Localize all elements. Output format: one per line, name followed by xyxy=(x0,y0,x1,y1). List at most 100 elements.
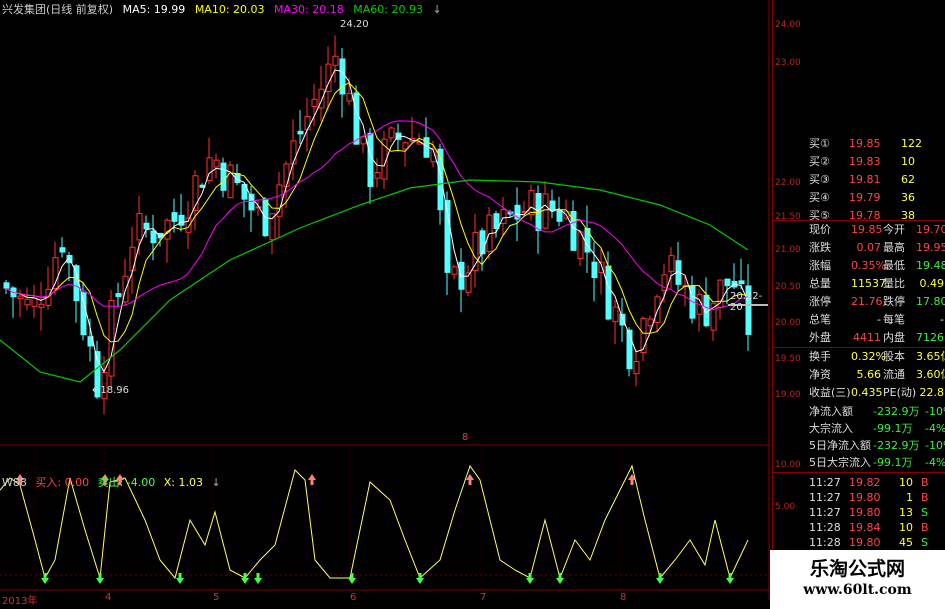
fundamental-value: 3.60亿 xyxy=(916,368,945,381)
stat-label: 总量 xyxy=(809,277,831,290)
candle-up xyxy=(612,306,619,323)
ma10-label: MA10: 20.03 xyxy=(194,3,265,16)
flow-value: -232.9万 xyxy=(873,439,920,452)
stat-row: 涨幅 0.35% 最低 19.48 xyxy=(773,258,945,273)
indicator-buy: 买入: 0.00 xyxy=(35,476,90,489)
candle-down xyxy=(143,222,150,230)
tick-volume: 1 xyxy=(906,491,913,504)
indicator-arrow-icon[interactable]: ↓ xyxy=(211,476,220,489)
candle-down xyxy=(738,280,745,285)
candle-up xyxy=(388,127,395,139)
candle-down xyxy=(80,292,87,336)
candle-up xyxy=(542,193,549,229)
candle-up xyxy=(31,297,38,307)
stat-value: 0.07 xyxy=(856,241,882,254)
flow-value: -99.1万 xyxy=(873,422,913,435)
price-axis-tick: 23.00 xyxy=(775,58,801,68)
bid-volume: 36 xyxy=(901,191,915,204)
ma60-label: MA60: 20.93 xyxy=(353,3,423,16)
stat-label: 涨停 xyxy=(809,295,831,308)
indicator-sell: 卖出: -4.00 xyxy=(97,476,156,489)
tick-time: 11:28 xyxy=(809,536,841,549)
bid-price: 19.85 xyxy=(849,137,881,150)
candle-up xyxy=(164,219,171,240)
flow-label: 5日大宗流入 xyxy=(809,456,871,469)
candle-down xyxy=(59,247,66,253)
price-axis-tick: 22.00 xyxy=(775,178,801,188)
flow-row: 5日净流入额-232.9万 -10% xyxy=(773,438,945,453)
indicator-header: W88 买入: 0.00 卖出: -4.00 X: 1.03 ↓ xyxy=(2,474,226,490)
fundamental-value: 3.65亿 xyxy=(916,350,945,363)
kline-chart[interactable]: 兴发集团(日线 前复权) MA5: 19.99 MA10: 20.03 MA30… xyxy=(0,0,770,607)
candle-down xyxy=(591,261,598,279)
flow-value: -99.1万 xyxy=(873,456,913,469)
stat-label: 跌停 xyxy=(883,295,905,308)
bid-row[interactable]: 买② 19.83 10 xyxy=(773,154,945,169)
candle-down xyxy=(339,58,346,95)
candle-down xyxy=(353,92,360,145)
buy-arrow-icon xyxy=(41,573,49,584)
buy-arrow-icon xyxy=(726,573,734,584)
fundamental-label: 流通 xyxy=(883,368,905,381)
tick-time: 11:28 xyxy=(809,521,841,534)
kline-canvas[interactable] xyxy=(0,0,770,600)
fundamental-label: PE(动) xyxy=(883,386,917,399)
ma5-label: MA5: 19.99 xyxy=(122,3,186,16)
candle-up xyxy=(108,300,115,377)
bid-label: 买③ xyxy=(809,173,830,186)
bid-price: 19.83 xyxy=(849,155,881,168)
buy-arrow-icon xyxy=(416,573,424,584)
bid-row[interactable]: 买① 19.85 122 xyxy=(773,136,945,151)
bid-label: 买① xyxy=(809,137,830,150)
candle-up xyxy=(38,303,45,308)
header-arrow-icon[interactable]: ↓ xyxy=(432,3,441,16)
stat-label: 外盘 xyxy=(809,331,831,344)
stat-value: 7126 xyxy=(916,331,944,344)
tick-price: 19.80 xyxy=(849,491,881,504)
fundamental-value: 22.8 xyxy=(919,386,945,399)
stock-title: 兴发集团(日线 前复权) xyxy=(2,3,114,16)
indicator-axis-tick: 5.00 xyxy=(775,502,796,512)
ma30-line xyxy=(5,120,749,311)
tick-volume: 13 xyxy=(899,506,913,519)
tick-volume: 10 xyxy=(899,521,913,534)
stat-label: 内盘 xyxy=(883,331,905,344)
price-axis-tick: 21.00 xyxy=(775,245,801,255)
last-price-annotation: 20.22-20 xyxy=(730,291,763,313)
flow-row: 大宗流入 -99.1万 -4% xyxy=(773,421,945,436)
candle-down xyxy=(150,230,157,244)
date-tick: 4 xyxy=(105,592,112,603)
candle-up xyxy=(374,171,381,179)
stat-label: 总笔 xyxy=(809,313,831,326)
bid-row[interactable]: 买④ 19.79 36 xyxy=(773,190,945,205)
fundamental-label: 换手 xyxy=(809,350,831,363)
ma5-line xyxy=(5,69,749,373)
marker-a: 8 xyxy=(462,432,469,443)
bid-price: 19.79 xyxy=(849,191,881,204)
indicator-axis-tick: 10.00 xyxy=(775,460,801,470)
date-tick: 6 xyxy=(350,592,357,603)
separator xyxy=(773,347,945,348)
indicator-name[interactable]: W88 xyxy=(2,476,27,489)
stat-label: 最高 xyxy=(883,241,905,254)
candle-up xyxy=(332,55,339,66)
stat-label: 量比 xyxy=(883,277,905,290)
tick-volume: 10 xyxy=(899,476,913,489)
tick-price: 19.84 xyxy=(849,521,881,534)
candle-down xyxy=(556,209,563,222)
tick-side: S xyxy=(921,506,928,519)
tick-volume: 45 xyxy=(899,536,913,549)
stat-label: 最低 xyxy=(883,259,905,272)
buy-arrow-icon xyxy=(348,573,356,584)
stat-value: - xyxy=(940,313,944,326)
candle-down xyxy=(115,293,122,298)
watermark-title: 乐淘公式网 xyxy=(809,558,905,580)
price-axis-tick: 20.00 xyxy=(775,318,801,328)
stat-label: 涨幅 xyxy=(809,259,831,272)
candle-up xyxy=(136,213,143,241)
candle-up xyxy=(290,140,297,165)
tick-row: 11:28 19.80 45 S xyxy=(773,535,945,550)
candle-down xyxy=(220,162,227,191)
stat-label: 涨跌 xyxy=(809,241,831,254)
stat-row: 现价 19.85 今开 19.70 xyxy=(773,222,945,237)
